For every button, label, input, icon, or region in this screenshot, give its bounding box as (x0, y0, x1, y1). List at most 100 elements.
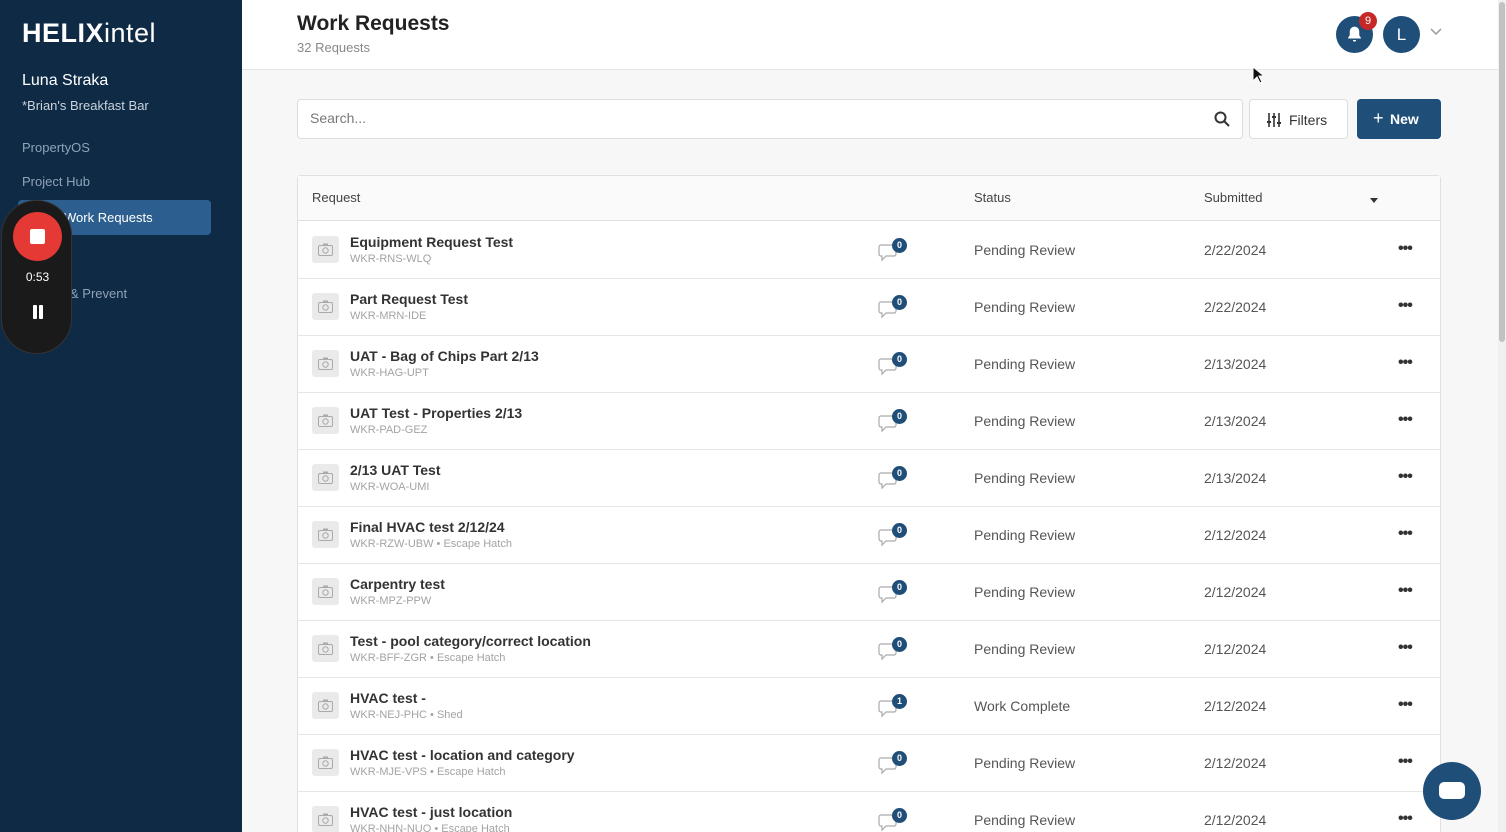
sidebar-item-propertyos[interactable]: PropertyOS (22, 140, 90, 155)
comments-button[interactable]: 0 (878, 580, 908, 606)
request-title[interactable]: Equipment Request Test (350, 234, 513, 250)
comment-count-badge: 1 (892, 694, 907, 709)
comment-count-badge: 0 (892, 580, 907, 595)
scrollbar-thumb[interactable] (1499, 2, 1505, 342)
sidebar-item-prevent[interactable]: & Prevent (70, 286, 127, 301)
stop-recording-button[interactable] (13, 212, 62, 261)
work-requests-table: Request Status Submitted Equipment Reque… (297, 175, 1441, 832)
comments-button[interactable]: 0 (878, 352, 908, 378)
chat-support-button[interactable] (1423, 762, 1481, 820)
request-title[interactable]: UAT Test - Properties 2/13 (350, 405, 522, 421)
more-options-icon[interactable]: ••• (1398, 525, 1413, 543)
table-row[interactable]: 2/13 UAT Test WKR-WOA-UMI 0 Pending Revi… (298, 450, 1440, 507)
search-input[interactable] (310, 110, 1190, 126)
sidebar-item-project-hub[interactable]: Project Hub (22, 174, 90, 189)
avatar[interactable]: L (1383, 16, 1420, 53)
pause-icon[interactable] (31, 305, 45, 319)
request-id: WKR-NEJ-PHC • Shed (350, 709, 463, 721)
submitted-date: 2/12/2024 (1204, 641, 1267, 657)
column-header-submitted[interactable]: Submitted (1204, 190, 1263, 205)
table-row[interactable]: Carpentry test WKR-MPZ-PPW 0 Pending Rev… (298, 564, 1440, 621)
column-header-status[interactable]: Status (974, 190, 1011, 205)
camera-thumbnail (312, 236, 339, 263)
more-options-icon[interactable]: ••• (1398, 297, 1413, 315)
request-id: WKR-MPZ-PPW (350, 595, 432, 607)
more-options-icon[interactable]: ••• (1398, 240, 1413, 258)
comments-button[interactable]: 0 (878, 238, 908, 264)
table-header: Request Status Submitted (298, 176, 1440, 221)
request-title[interactable]: HVAC test - location and category (350, 747, 575, 763)
chevron-down-icon[interactable] (1430, 28, 1442, 36)
helixintel-logo[interactable]: HELIXintel (22, 18, 156, 49)
comment-count-badge: 0 (892, 637, 907, 652)
submitted-date: 2/22/2024 (1204, 299, 1267, 315)
request-title[interactable]: UAT - Bag of Chips Part 2/13 (350, 348, 539, 364)
submitted-date: 2/13/2024 (1204, 413, 1267, 429)
submitted-date: 2/12/2024 (1204, 584, 1267, 600)
logo-light: intel (104, 18, 157, 48)
table-row[interactable]: Final HVAC test 2/12/24 WKR-RZW-UBW • Es… (298, 507, 1440, 564)
filters-button[interactable]: Filters (1249, 99, 1348, 139)
scrollbar[interactable] (1498, 0, 1506, 832)
camera-thumbnail (312, 692, 339, 719)
comment-count-badge: 0 (892, 352, 907, 367)
status-text: Pending Review (974, 413, 1076, 429)
request-id: WKR-NHN-NUO • Escape Hatch (350, 823, 510, 832)
filters-label: Filters (1289, 112, 1328, 128)
comments-button[interactable]: 1 (878, 694, 908, 720)
more-options-icon[interactable]: ••• (1398, 468, 1413, 486)
table-row[interactable]: HVAC test - WKR-NEJ-PHC • Shed 1 Work Co… (298, 678, 1440, 735)
comments-button[interactable]: 0 (878, 466, 908, 492)
more-options-icon[interactable]: ••• (1398, 354, 1413, 372)
table-row[interactable]: Equipment Request Test WKR-RNS-WLQ 0 Pen… (298, 222, 1440, 279)
user-name: Luna Straka (22, 72, 109, 89)
request-id: WKR-RNS-WLQ (350, 253, 432, 265)
table-row[interactable]: Part Request Test WKR-MRN-IDE 0 Pending … (298, 279, 1440, 336)
user-org[interactable]: *Brian's Breakfast Bar (22, 98, 149, 113)
table-row[interactable]: Test - pool category/correct location WK… (298, 621, 1440, 678)
request-title[interactable]: HVAC test - just location (350, 804, 512, 820)
column-header-request[interactable]: Request (312, 190, 360, 205)
more-options-icon[interactable]: ••• (1398, 810, 1413, 828)
table-row[interactable]: UAT Test - Properties 2/13 WKR-PAD-GEZ 0… (298, 393, 1440, 450)
comments-button[interactable]: 0 (878, 523, 908, 549)
more-options-icon[interactable]: ••• (1398, 639, 1413, 657)
new-label: New (1390, 111, 1419, 127)
new-request-button[interactable]: + New (1357, 99, 1441, 139)
request-title[interactable]: Test - pool category/correct location (350, 633, 591, 649)
request-id: WKR-MJE-VPS • Escape Hatch (350, 766, 506, 778)
comments-button[interactable]: 0 (878, 409, 908, 435)
status-text: Pending Review (974, 812, 1076, 828)
comments-button[interactable]: 0 (878, 637, 908, 663)
search-icon[interactable] (1214, 111, 1230, 127)
camera-icon (318, 414, 333, 427)
camera-icon (318, 756, 333, 769)
table-row[interactable]: HVAC test - just location WKR-NHN-NUO • … (298, 792, 1440, 832)
more-options-icon[interactable]: ••• (1398, 753, 1413, 771)
more-options-icon[interactable]: ••• (1398, 582, 1413, 600)
request-id: WKR-RZW-UBW • Escape Hatch (350, 538, 512, 550)
logo-bold: HELIX (22, 18, 105, 48)
request-count: 32 Requests (297, 40, 370, 55)
request-id: WKR-WOA-UMI (350, 481, 430, 493)
more-options-icon[interactable]: ••• (1398, 696, 1413, 714)
table-row[interactable]: UAT - Bag of Chips Part 2/13 WKR-HAG-UPT… (298, 336, 1440, 393)
comments-button[interactable]: 0 (878, 751, 908, 777)
request-title[interactable]: Carpentry test (350, 576, 445, 592)
camera-thumbnail (312, 578, 339, 605)
request-title[interactable]: HVAC test - (350, 690, 426, 706)
table-row[interactable]: HVAC test - location and category WKR-MJ… (298, 735, 1440, 792)
request-title[interactable]: Part Request Test (350, 291, 468, 307)
comments-button[interactable]: 0 (878, 295, 908, 321)
request-title[interactable]: 2/13 UAT Test (350, 462, 441, 478)
request-title[interactable]: Final HVAC test 2/12/24 (350, 519, 505, 535)
comments-button[interactable]: 0 (878, 808, 908, 832)
comment-count-badge: 0 (892, 238, 907, 253)
more-options-icon[interactable]: ••• (1398, 411, 1413, 429)
sidebar-item-label: Work Requests (64, 210, 153, 225)
submitted-date: 2/12/2024 (1204, 527, 1267, 543)
sort-desc-icon[interactable] (1370, 198, 1378, 203)
camera-icon (318, 471, 333, 484)
recording-timer: 0:53 (25, 270, 50, 284)
camera-thumbnail (312, 806, 339, 832)
